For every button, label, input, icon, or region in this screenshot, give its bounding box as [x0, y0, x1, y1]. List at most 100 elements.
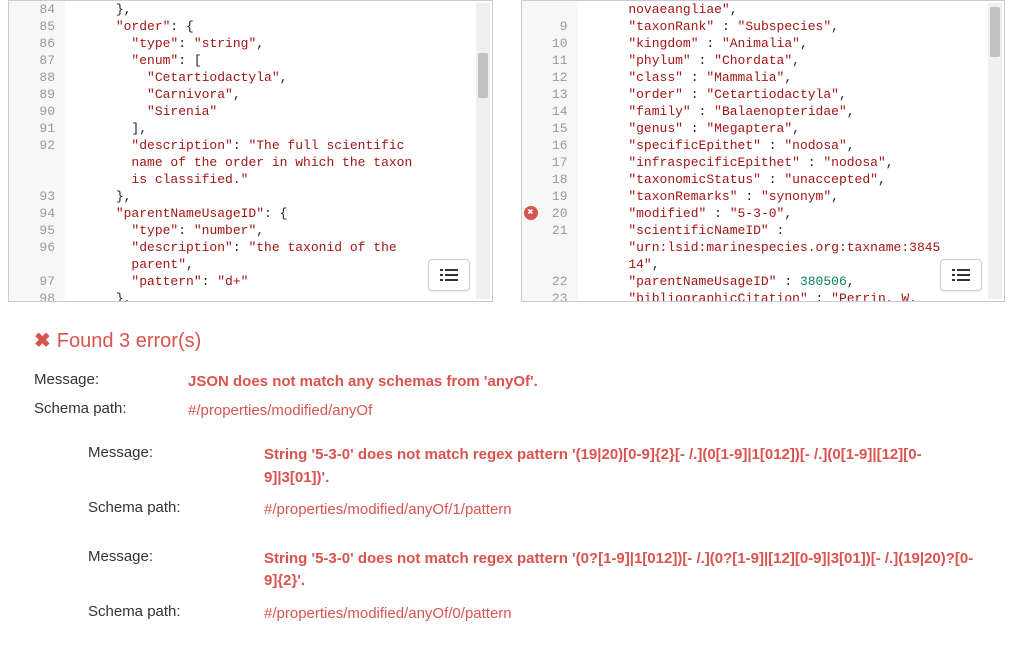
code-line[interactable]: "specificEpithet" : "nodosa",: [582, 137, 1005, 154]
line-number: 18: [522, 171, 568, 188]
line-number: 98: [9, 290, 55, 302]
code-line[interactable]: "scientificNameID" :: [582, 222, 1005, 239]
line-number: 14: [522, 103, 568, 120]
list-icon: [440, 268, 458, 282]
right-menu-button[interactable]: [940, 259, 982, 291]
code-line[interactable]: novaeangliae",: [582, 1, 1005, 18]
line-number: [9, 154, 55, 171]
line-number: [522, 1, 568, 18]
error-path-value: #/properties/modified/anyOf/0/pattern: [264, 603, 512, 626]
error-path-value: #/properties/modified/anyOf/1/pattern: [264, 499, 512, 522]
line-number: 91: [9, 120, 55, 137]
line-number: 13: [522, 86, 568, 103]
error-path-label: Schema path:: [88, 499, 264, 516]
left-menu-button[interactable]: [428, 259, 470, 291]
code-line[interactable]: "infraspecificEpithet" : "nodosa",: [582, 154, 1005, 171]
left-gutter: 84858687888990919293949596979899100: [9, 1, 65, 301]
code-line[interactable]: "Sirenia": [69, 103, 492, 120]
left-code[interactable]: }, "order": { "type": "string", "enum": …: [65, 1, 492, 301]
line-number: 19: [522, 188, 568, 205]
code-line[interactable]: "urn:lsid:marinespecies.org:taxname:3845: [582, 239, 1005, 256]
errors-heading-text: Found 3 error(s): [57, 330, 202, 352]
list-icon: [952, 268, 970, 282]
line-number: 95: [9, 222, 55, 239]
line-number: 96: [9, 239, 55, 256]
error-path-value: #/properties/modified/anyOf: [188, 400, 372, 423]
error-message-value: JSON does not match any schemas from 'an…: [188, 371, 538, 394]
right-scroll-thumb[interactable]: [990, 7, 1000, 57]
line-number: 97: [9, 273, 55, 290]
line-number: 21: [522, 222, 568, 239]
errors-panel: ✖ Found 3 error(s) Message: JSON does not…: [0, 312, 1013, 661]
line-number: 17: [522, 154, 568, 171]
line-number: 22: [522, 273, 568, 290]
app-window: 84858687888990919293949596979899100 }, "…: [0, 0, 1013, 662]
code-line[interactable]: "Carnivora",: [69, 86, 492, 103]
line-number: 84: [9, 1, 55, 18]
code-line[interactable]: name of the order in which the taxon: [69, 154, 492, 171]
code-line[interactable]: "genus" : "Megaptera",: [582, 120, 1005, 137]
code-line[interactable]: "type": "number",: [69, 222, 492, 239]
code-line[interactable]: "taxonRemarks" : "synonym",: [582, 188, 1005, 205]
line-number: 93: [9, 188, 55, 205]
code-line[interactable]: "family" : "Balaenopteridae",: [582, 103, 1005, 120]
line-number: 11: [522, 52, 568, 69]
code-line[interactable]: },: [69, 290, 492, 301]
data-editor[interactable]: 91011121314151617181920✖212223 novaeangl…: [521, 0, 1006, 302]
code-line[interactable]: "modified" : "5-3-0",: [582, 205, 1005, 222]
code-line[interactable]: "order": {: [69, 18, 492, 35]
line-number: 16: [522, 137, 568, 154]
code-line[interactable]: "type": "string",: [69, 35, 492, 52]
error-message-label: Message:: [88, 444, 264, 461]
code-line[interactable]: "description": "the taxonid of the: [69, 239, 492, 256]
code-line[interactable]: "taxonomicStatus" : "unaccepted",: [582, 171, 1005, 188]
code-line[interactable]: "parentNameUsageID": {: [69, 205, 492, 222]
line-number: [522, 239, 568, 256]
code-line[interactable]: },: [69, 188, 492, 205]
left-scrollbar[interactable]: [476, 3, 490, 299]
line-number: [9, 171, 55, 188]
code-line[interactable]: "enum": [: [69, 52, 492, 69]
errors-heading: ✖ Found 3 error(s): [34, 328, 979, 353]
error-message-label: Message:: [88, 548, 264, 565]
line-number: 89: [9, 86, 55, 103]
line-number: 9: [522, 18, 568, 35]
right-code[interactable]: novaeangliae", "taxonRank" : "Subspecies…: [578, 1, 1005, 301]
sub-errors: Message: String '5-3-0' does not match r…: [88, 444, 979, 625]
code-line[interactable]: "bibliographicCitation" : "Perrin, W.: [582, 290, 1005, 301]
code-line[interactable]: "phylum" : "Chordata",: [582, 52, 1005, 69]
line-number: 90: [9, 103, 55, 120]
error-path-label: Schema path:: [88, 603, 264, 620]
error-message-value: String '5-3-0' does not match regex patt…: [264, 444, 979, 489]
code-line[interactable]: "order" : "Cetartiodactyla",: [582, 86, 1005, 103]
editors-row: 84858687888990919293949596979899100 }, "…: [0, 0, 1013, 312]
line-number: [522, 256, 568, 273]
line-number: 23: [522, 290, 568, 302]
error-message-value: String '5-3-0' does not match regex patt…: [264, 548, 979, 593]
error-row: Schema path: #/properties/modified/anyOf: [34, 400, 979, 423]
line-number: 12: [522, 69, 568, 86]
sub-error-block: Message: String '5-3-0' does not match r…: [88, 548, 979, 626]
code-line[interactable]: ],: [69, 120, 492, 137]
right-scrollbar[interactable]: [988, 3, 1002, 299]
left-scroll-thumb[interactable]: [478, 53, 488, 98]
sub-error-block: Message: String '5-3-0' does not match r…: [88, 444, 979, 522]
error-marker-icon[interactable]: ✖: [524, 206, 538, 220]
code-line[interactable]: "class" : "Mammalia",: [582, 69, 1005, 86]
code-line[interactable]: },: [69, 1, 492, 18]
line-number: 92: [9, 137, 55, 154]
line-number: 87: [9, 52, 55, 69]
code-line[interactable]: "kingdom" : "Animalia",: [582, 35, 1005, 52]
code-line[interactable]: is classified.": [69, 171, 492, 188]
schema-editor[interactable]: 84858687888990919293949596979899100 }, "…: [8, 0, 493, 302]
line-number: [9, 256, 55, 273]
line-number: 88: [9, 69, 55, 86]
line-number: 10: [522, 35, 568, 52]
error-message-label: Message:: [34, 371, 188, 388]
line-number: 86: [9, 35, 55, 52]
code-line[interactable]: "Cetartiodactyla",: [69, 69, 492, 86]
error-x-icon: ✖: [34, 328, 51, 353]
code-line[interactable]: "taxonRank" : "Subspecies",: [582, 18, 1005, 35]
code-line[interactable]: "description": "The full scientific: [69, 137, 492, 154]
error-path-label: Schema path:: [34, 400, 188, 417]
